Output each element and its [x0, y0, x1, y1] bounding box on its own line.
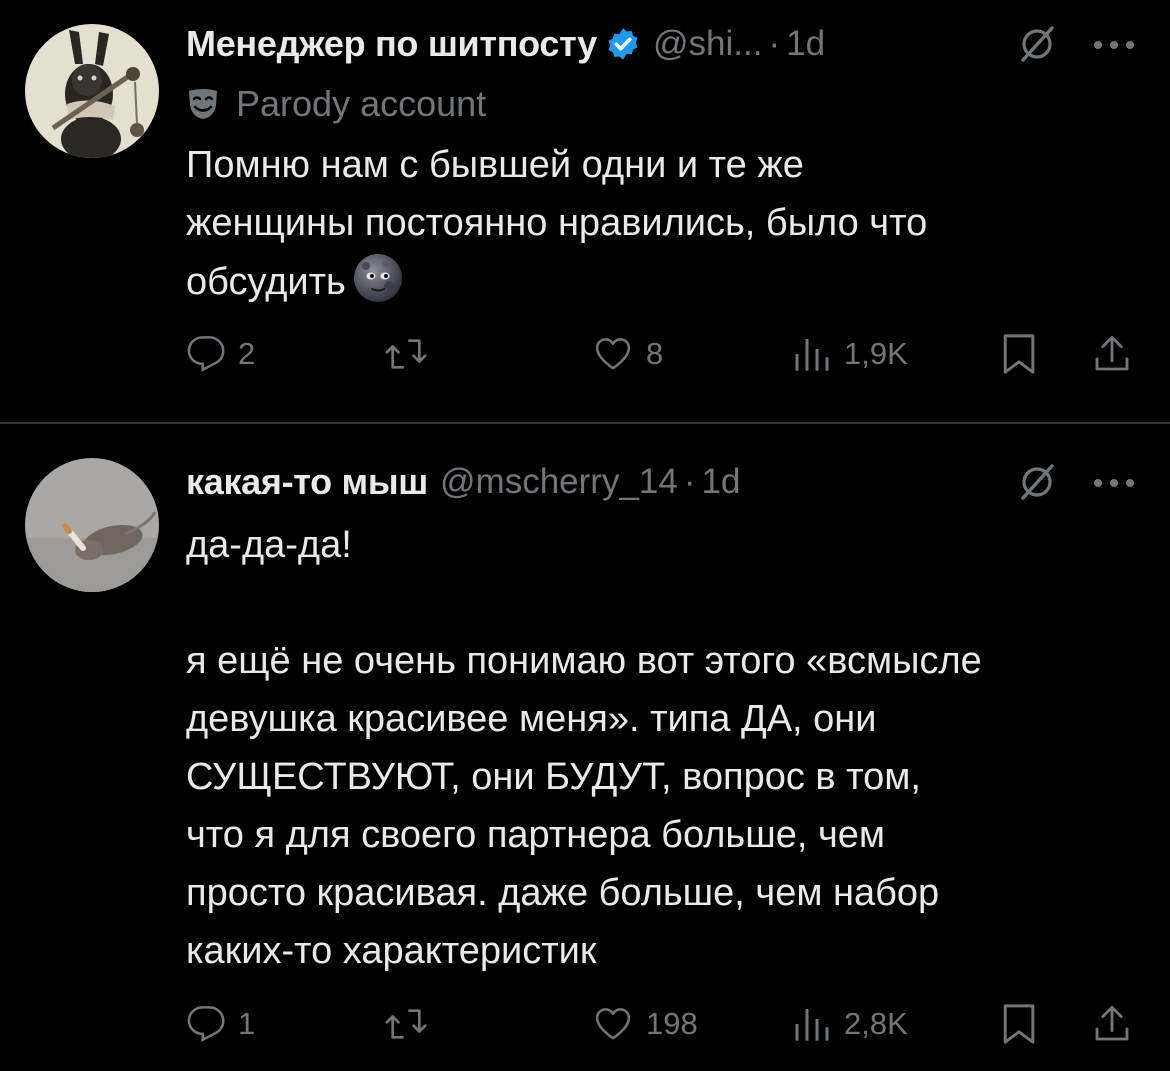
tweet-text: Помню нам с бывшей одни и те же женщины …: [186, 136, 1146, 311]
handle[interactable]: @shi...: [653, 24, 762, 64]
repost-icon: [385, 339, 427, 369]
repost-button[interactable]: [384, 1000, 440, 1048]
like-button[interactable]: 198: [592, 1000, 698, 1048]
tweet[interactable]: какая-то мыш @mscherry_14 · 1d да-да-да!…: [0, 424, 1170, 1071]
reply-count: 2: [238, 336, 256, 371]
tweet-text: да-да-да! я ещё не очень понимаю вот это…: [186, 516, 1146, 980]
bookmark-icon: [1003, 1004, 1035, 1044]
views-count: 1,9K: [844, 336, 908, 371]
bookmark-icon: [1003, 334, 1035, 374]
share-button[interactable]: [1092, 1000, 1132, 1048]
tweet-actions: 2 8 1,9K: [186, 330, 1146, 378]
heart-icon: [595, 338, 631, 370]
views-button[interactable]: 2,8K: [792, 1000, 908, 1048]
separator-dot: ·: [683, 462, 696, 501]
views-count: 2,8K: [844, 1006, 908, 1041]
tweet-text-body: да-да-да! я ещё не очень понимаю вот это…: [186, 524, 982, 972]
tweet[interactable]: Менеджер по шитпосту @shi... · 1d Parody…: [0, 0, 1170, 423]
timestamp[interactable]: 1d: [786, 24, 825, 64]
handle[interactable]: @mscherry_14: [440, 462, 678, 502]
display-name[interactable]: Менеджер по шитпосту: [186, 23, 597, 65]
avatar[interactable]: [25, 24, 159, 158]
theater-mask-icon: [186, 87, 220, 121]
parody-label: Parody account: [186, 80, 486, 128]
avatar[interactable]: [25, 458, 159, 592]
repost-icon: [385, 1009, 427, 1039]
views-bar-chart-icon: [795, 1009, 829, 1041]
repost-button[interactable]: [384, 330, 440, 378]
views-button[interactable]: 1,9K: [792, 330, 908, 378]
reply-count: 1: [238, 1006, 256, 1041]
reply-button[interactable]: 2: [186, 330, 255, 378]
more-options-icon[interactable]: [1092, 38, 1136, 50]
verified-badge-icon: [605, 26, 641, 62]
like-button[interactable]: 8: [592, 330, 663, 378]
tweet-header: Менеджер по шитпосту @shi... · 1d: [186, 20, 825, 68]
timestamp[interactable]: 1d: [702, 462, 741, 502]
bookmark-button[interactable]: [1000, 330, 1038, 378]
reply-icon: [187, 1006, 225, 1042]
tweet-actions: 1 198 2,8K: [186, 1000, 1146, 1048]
moon-face-emoji-icon: [352, 252, 404, 304]
heart-icon: [595, 1008, 631, 1040]
views-bar-chart-icon: [795, 339, 829, 371]
parody-label-text: Parody account: [236, 83, 487, 124]
share-icon: [1095, 335, 1129, 371]
like-count: 8: [646, 336, 664, 371]
tweet-text-body: Помню нам с бывшей одни и те же женщины …: [186, 144, 928, 303]
more-options-icon[interactable]: [1092, 476, 1136, 488]
share-button[interactable]: [1092, 330, 1132, 378]
separator-dot: ·: [768, 24, 781, 63]
tweet-header: какая-то мыш @mscherry_14 · 1d: [186, 458, 740, 506]
bookmark-button[interactable]: [1000, 1000, 1038, 1048]
display-name[interactable]: какая-то мыш: [186, 461, 428, 503]
like-count: 198: [646, 1006, 698, 1041]
reply-button[interactable]: 1: [186, 1000, 255, 1048]
grok-icon[interactable]: [1017, 24, 1057, 64]
reply-icon: [187, 336, 225, 372]
share-icon: [1095, 1005, 1129, 1041]
grok-icon[interactable]: [1017, 462, 1057, 502]
